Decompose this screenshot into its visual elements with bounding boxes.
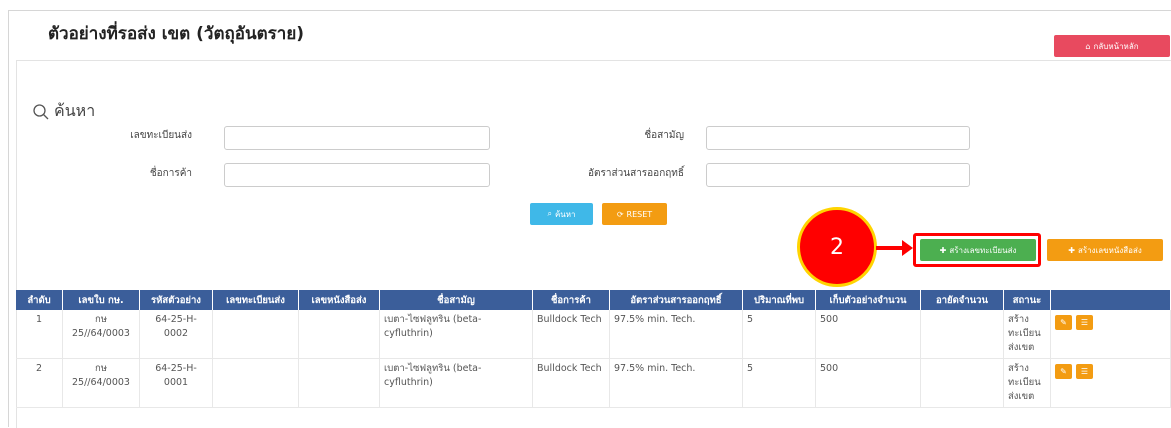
column-header: รหัสตัวอย่าง <box>139 290 213 310</box>
cell-common-name: เบตา-ไซฟลูทริน (beta-cyfluthrin) <box>379 310 533 359</box>
search-button[interactable]: ⌕ ค้นหา <box>530 203 593 225</box>
cell-status: สร้างทะเบียนส่งเขต <box>1003 358 1051 408</box>
cell-actions: ✎ ☰ <box>1050 310 1171 359</box>
step-badge: 2 <box>797 207 877 287</box>
edit-icon: ✎ <box>1060 317 1067 327</box>
plus-icon: ✚ <box>1068 245 1075 255</box>
column-header: สถานะ <box>1003 290 1051 310</box>
cell-no: 1 <box>16 310 63 359</box>
cell-actions: ✎ ☰ <box>1050 358 1171 408</box>
cell-sample-code: 64-25-H-0001 <box>139 358 213 408</box>
column-header: เก็บตัวอย่างจำนวน <box>815 290 921 310</box>
arrow-icon <box>902 240 913 256</box>
cell-found: 5 <box>742 310 816 359</box>
create-letter-button[interactable]: ✚ สร้างเลขหนังสือส่ง <box>1047 239 1163 261</box>
search-icon: ⌕ <box>547 209 552 218</box>
cell-seized <box>920 358 1004 408</box>
home-icon: ⌂ <box>1085 41 1091 51</box>
home-button[interactable]: ⌂ กลับหน้าหลัก <box>1054 35 1170 57</box>
registration-number-label: เลขทะเบียนส่ง <box>130 130 192 141</box>
list-icon: ☰ <box>1080 317 1089 327</box>
common-name-input[interactable] <box>706 126 970 150</box>
column-header: ปริมาณที่พบ <box>742 290 816 310</box>
page-title: ตัวอย่างที่รอส่ง เขต (วัตถุอันตราย) <box>48 24 305 44</box>
table-row: 2 กษ 25//64/0003 64-25-H-0001 เบตา-ไซฟลู… <box>16 358 1171 408</box>
frame-top-border <box>8 10 1171 11</box>
cell-found: 5 <box>742 358 816 408</box>
column-header: ชื่อสามัญ <box>379 290 533 310</box>
active-ratio-label: อัตราส่วนสารออกฤทธิ์ <box>588 168 684 179</box>
column-header: อายัดจำนวน <box>920 290 1004 310</box>
details-button[interactable]: ☰ <box>1076 315 1093 330</box>
cell-active-ratio: 97.5% min. Tech. <box>609 358 743 408</box>
search-heading-label: ค้นหา <box>54 101 96 120</box>
trade-name-label: ชื่อการค้า <box>149 168 192 179</box>
edit-button[interactable]: ✎ <box>1055 364 1072 379</box>
cell-trade-name: Bulldock Tech <box>532 310 610 359</box>
reset-button-label: RESET <box>626 209 653 219</box>
column-header <box>1050 290 1171 310</box>
cell-license: กษ 25//64/0003 <box>62 358 140 408</box>
arrow-shaft <box>876 246 904 250</box>
trade-name-input[interactable] <box>224 163 490 187</box>
reset-button[interactable]: ⟳ RESET <box>602 203 667 225</box>
column-header: อัตราส่วนสารออกฤทธิ์ <box>609 290 743 310</box>
highlight-box <box>913 233 1041 267</box>
list-icon: ☰ <box>1080 366 1089 376</box>
cell-seized <box>920 310 1004 359</box>
registration-number-input[interactable] <box>224 126 490 150</box>
edit-button[interactable]: ✎ <box>1055 315 1072 330</box>
column-header: ชื่อการค้า <box>532 290 610 310</box>
cell-registration <box>212 310 299 359</box>
column-header: เลขหนังสือส่ง <box>298 290 380 310</box>
active-ratio-input[interactable] <box>706 163 970 187</box>
table-row: 1 กษ 25//64/0003 64-25-H-0002 เบตา-ไซฟลู… <box>16 310 1171 359</box>
search-icon <box>33 103 49 119</box>
cell-collected: 500 <box>815 358 921 408</box>
cell-letter <box>298 358 380 408</box>
column-header: เลขทะเบียนส่ง <box>212 290 299 310</box>
edit-icon: ✎ <box>1060 366 1067 376</box>
search-button-label: ค้นหา <box>554 209 576 219</box>
column-header: ลำดับ <box>16 290 63 310</box>
common-name-label: ชื่อสามัญ <box>644 130 684 141</box>
cell-sample-code: 64-25-H-0002 <box>139 310 213 359</box>
column-header: เลขใบ กษ. <box>62 290 140 310</box>
cell-license: กษ 25//64/0003 <box>62 310 140 359</box>
samples-table: ลำดับ เลขใบ กษ. รหัสตัวอย่าง เลขทะเบียนส… <box>16 290 1171 408</box>
table-header-row: ลำดับ เลขใบ กษ. รหัสตัวอย่าง เลขทะเบียนส… <box>16 290 1171 310</box>
cell-common-name: เบตา-ไซฟลูทริน (beta-cyfluthrin) <box>379 358 533 408</box>
cell-no: 2 <box>16 358 63 408</box>
details-button[interactable]: ☰ <box>1076 364 1093 379</box>
cell-status: สร้างทะเบียนส่งเขต <box>1003 310 1051 359</box>
create-letter-label: สร้างเลขหนังสือส่ง <box>1077 245 1142 255</box>
cell-registration <box>212 358 299 408</box>
cell-collected: 500 <box>815 310 921 359</box>
search-heading: ค้นหา <box>32 99 95 124</box>
frame-left-border <box>8 10 9 427</box>
home-button-label: กลับหน้าหลัก <box>1093 41 1139 51</box>
cell-letter <box>298 310 380 359</box>
refresh-icon: ⟳ <box>616 209 624 219</box>
cell-active-ratio: 97.5% min. Tech. <box>609 310 743 359</box>
cell-trade-name: Bulldock Tech <box>532 358 610 408</box>
